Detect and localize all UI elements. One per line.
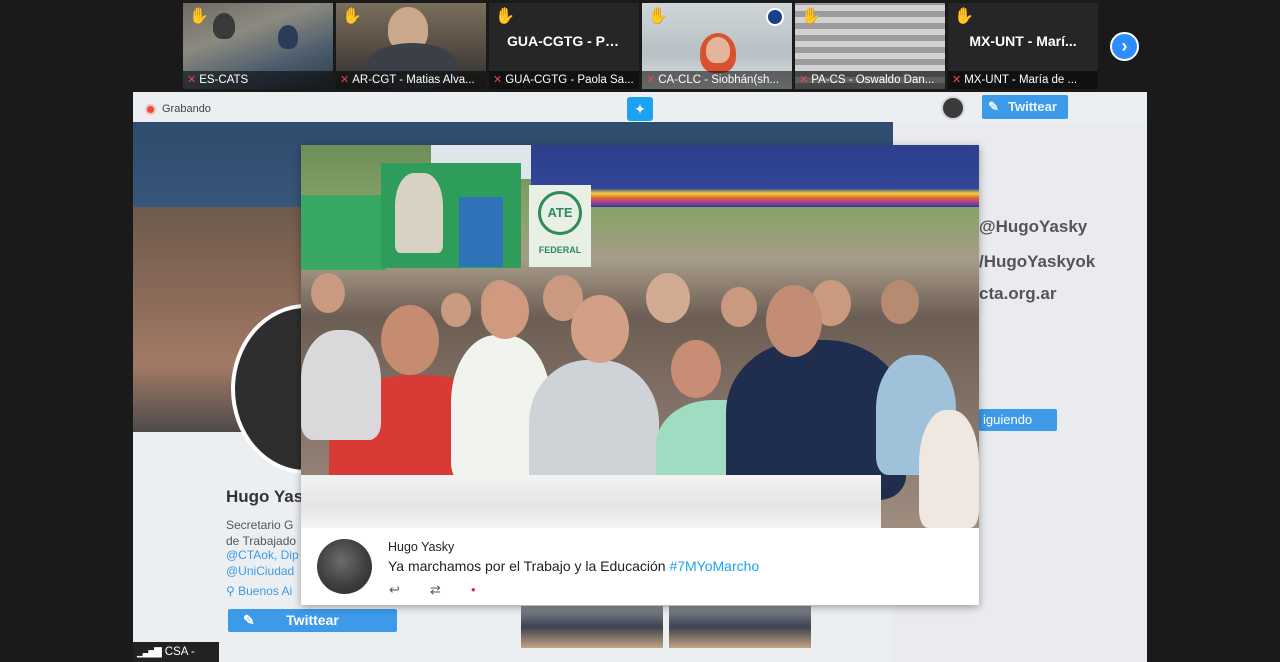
photo-flag-portrait <box>395 173 443 253</box>
compose-icon: ✎ <box>988 99 999 114</box>
participant-tile[interactable]: ✋ ✕ AR-CGT - Matias Alva... <box>336 3 486 89</box>
photo-person <box>881 280 919 324</box>
ate-federal-label: FEDERAL <box>538 245 582 255</box>
participant-video-figure <box>278 25 298 49</box>
participant-name: ✕ MX-UNT - María de ... <box>948 71 1098 89</box>
meeting-window: ✋ ✕ ES-CATS ✋ ✕ AR-CGT - Matias Alva... ✋ … <box>0 0 1280 662</box>
photo-awning <box>531 145 979 207</box>
profile-facebook[interactable]: /HugoYaskyok <box>979 252 1095 272</box>
recording-label: Grabando <box>162 103 211 115</box>
participant-name: ✕ AR-CGT - Matias Alva... <box>336 71 486 89</box>
tweet-photo-card: ATE FEDERAL Hugo Yasky Ya marchamos por … <box>301 145 979 605</box>
participant-tile-title: MX-UNT - Marí... <box>969 33 1077 49</box>
raised-hand-icon: ✋ <box>495 8 515 25</box>
muted-mic-icon: ✕ <box>952 74 962 86</box>
tweet-button-secondary[interactable]: ✎ Twittear <box>228 609 397 632</box>
like-icon[interactable]: ● <box>471 582 476 598</box>
participant-strip: ✋ ✕ ES-CATS ✋ ✕ AR-CGT - Matias Alva... ✋ … <box>183 3 1098 89</box>
tweet-photo[interactable]: ATE FEDERAL <box>301 145 979 528</box>
profile-website[interactable]: cta.org.ar <box>979 284 1056 304</box>
retweet-icon[interactable]: ⇄ <box>430 582 441 598</box>
raised-hand-icon: ✋ <box>954 8 974 25</box>
twitter-bird-icon[interactable]: ✦ <box>627 97 653 121</box>
compose-icon: ✎ <box>243 612 255 628</box>
participant-tile[interactable]: ✋ ✕ CA-CLC - Siobhán(sh... <box>642 3 792 89</box>
muted-mic-icon: ✕ <box>799 74 809 86</box>
profile-name: Hugo Yas <box>226 487 304 506</box>
ate-logo: ATE <box>538 191 582 235</box>
photo-ate-flag: ATE FEDERAL <box>529 185 591 267</box>
photo-person <box>646 273 690 323</box>
media-thumbnails <box>521 606 811 648</box>
record-icon <box>145 103 156 115</box>
photo-person <box>441 293 471 327</box>
profile-handle[interactable]: @HugoYasky <box>979 217 1087 237</box>
participant-name: ✕ ES-CATS <box>183 71 333 89</box>
profile-location: ⚲ Buenos Ai <box>226 584 293 598</box>
tweet-actions: ↩ ⇄ ● <box>389 582 476 598</box>
photo-person <box>766 285 822 357</box>
tweet-author-avatar[interactable] <box>317 539 372 594</box>
location-pin-icon: ⚲ <box>226 584 239 598</box>
muted-mic-icon: ✕ <box>646 74 656 86</box>
muted-mic-icon: ✕ <box>340 74 350 86</box>
participant-name: ✕ CA-CLC - Siobhán(sh... <box>642 71 792 89</box>
profile-link[interactable]: @UniCiudad <box>226 564 294 578</box>
logo-icon <box>766 8 784 26</box>
muted-mic-icon: ✕ <box>187 74 197 86</box>
muted-mic-icon: ✕ <box>493 74 503 86</box>
following-button[interactable]: iguiendo <box>979 409 1057 431</box>
photo-person <box>481 283 529 339</box>
media-thumbnail[interactable] <box>669 606 811 648</box>
reply-icon[interactable]: ↩ <box>389 582 400 598</box>
photo-person <box>919 410 979 528</box>
photo-person <box>671 340 721 398</box>
photo-flag <box>301 195 386 270</box>
participant-tile-title: GUA-CGTG - Pa... <box>507 33 625 49</box>
participant-name: ✕ PA-CS - Oswaldo Dan... <box>795 71 945 89</box>
recording-indicator: Grabando <box>145 103 211 115</box>
photo-person <box>301 330 381 440</box>
raised-hand-icon: ✋ <box>342 8 362 25</box>
connection-status: ▁▃▅▇CSA - VIVO <box>133 642 219 662</box>
photo-person <box>381 305 439 375</box>
avatar[interactable] <box>941 96 965 120</box>
participant-tile[interactable]: ✋ MX-UNT - Marí... ✕ MX-UNT - María de ..… <box>948 3 1098 89</box>
tweet-text: Ya marchamos por el Trabajo y la Educaci… <box>388 558 760 574</box>
participant-tile[interactable]: ✋ ✕ PA-CS - Oswaldo Dan... <box>795 3 945 89</box>
tweet-hashtag[interactable]: #7MYoMarcho <box>669 558 759 574</box>
participant-tile[interactable]: ✋ GUA-CGTG - Pa... ✕ GUA-CGTG - Paola Sa.… <box>489 3 639 89</box>
tweet-author-name[interactable]: Hugo Yasky <box>388 540 454 554</box>
raised-hand-icon: ✋ <box>648 8 668 25</box>
chevron-right-icon: › <box>1121 36 1128 56</box>
photo-flag <box>459 197 503 267</box>
participant-video-figure <box>706 37 730 63</box>
participant-video-figure <box>213 13 235 39</box>
tweet-button[interactable]: ✎ Twittear <box>982 95 1068 119</box>
photo-protest-banner <box>301 475 881 528</box>
photo-person <box>311 273 345 313</box>
photo-person <box>721 287 757 327</box>
media-thumbnail[interactable] <box>521 606 663 648</box>
raised-hand-icon: ✋ <box>801 8 821 25</box>
participant-tile[interactable]: ✋ ✕ ES-CATS <box>183 3 333 89</box>
raised-hand-icon: ✋ <box>189 8 209 25</box>
next-participants-button[interactable]: › <box>1110 32 1139 61</box>
profile-link[interactable]: @CTAok, Dip <box>226 548 299 562</box>
photo-person <box>571 295 629 363</box>
signal-bars-icon: ▁▃▅▇ <box>137 647 162 658</box>
participant-name: ✕ GUA-CGTG - Paola Sa... <box>489 71 639 89</box>
